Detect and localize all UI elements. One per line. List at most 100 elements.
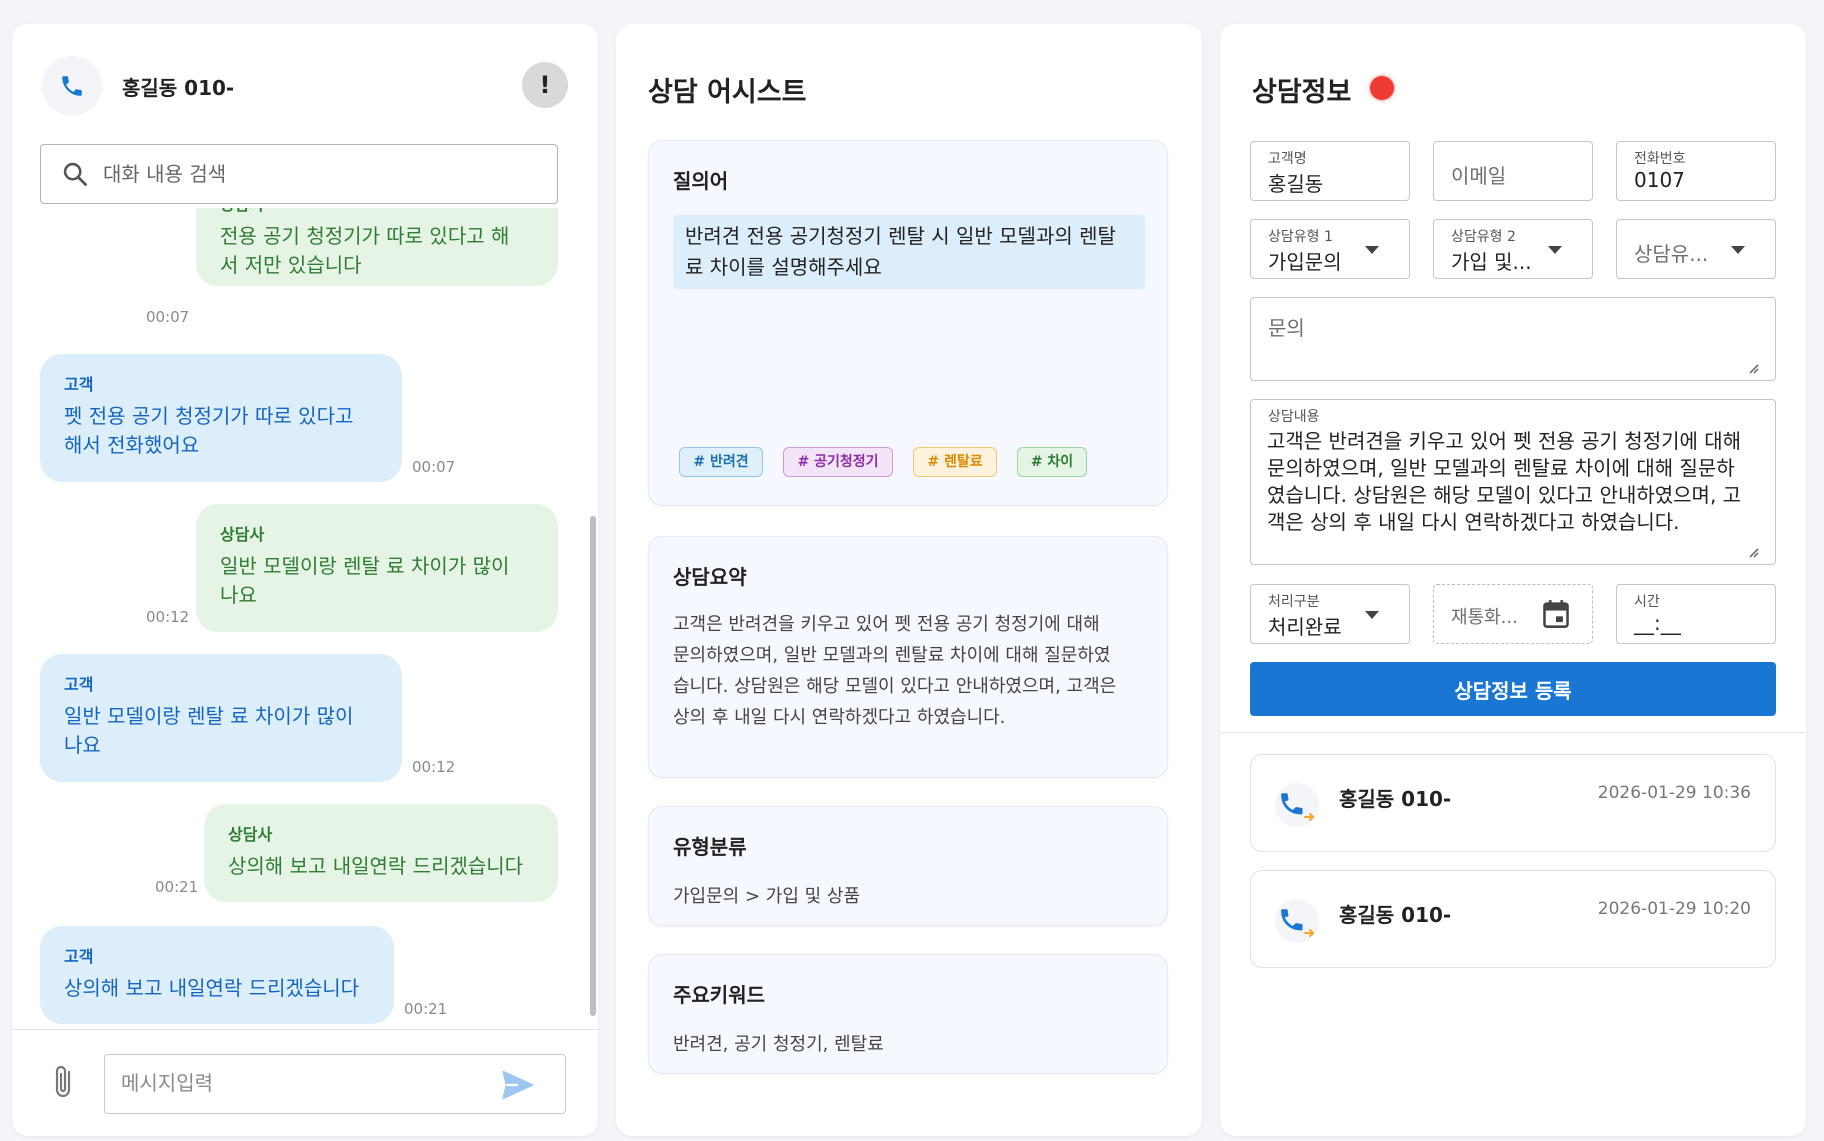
message-input[interactable] (121, 1071, 481, 1095)
dropdown-caret-icon (1365, 246, 1379, 254)
message-time: 00:12 (412, 758, 456, 776)
message-bubble: 상담사 전용 공기 청정기가 따로 있다고 해 서 저만 있습니다 (196, 208, 558, 286)
dropdown-caret-icon (1731, 246, 1745, 254)
message-sender: 고객 (64, 947, 94, 966)
resize-grip-icon[interactable] (1747, 362, 1759, 374)
message-sender: 고객 (64, 675, 94, 694)
info-panel: 상담정보 고객명 홍길동 이메일 전화번호 0107 상담유형 1 가입문의 상… (1220, 24, 1806, 1136)
divider (1220, 732, 1806, 733)
summary-line: 고객은 반려견을 키우고 있어 펫 전용 공기 청정기에 대해 (673, 614, 1100, 635)
history-datetime: 2026-01-29 10:36 (1597, 783, 1751, 803)
chat-panel: 홍길동 010- ! 상담사 전용 공기 청정기가 따로 있다고 해 서 저만 … (12, 24, 598, 1136)
keyword-card: 주요키워드 반려견, 공기 청정기, 렌탈료 (648, 954, 1168, 1074)
paperclip-icon[interactable] (52, 1064, 78, 1104)
consult-type1-select[interactable]: 상담유형 1 가입문의 (1250, 219, 1410, 279)
type-card-title: 유형분류 (673, 835, 747, 859)
assist-title: 상담 어시스트 (648, 77, 807, 108)
message-text: 펫 전용 공기 청정기가 따로 있다고 (64, 404, 354, 428)
summary-line: 문의하였으며, 일반 모델과의 렌탈료 차이에 대해 질문하였 (673, 645, 1111, 666)
query-card-title: 질의어 (673, 169, 729, 193)
query-text[interactable]: 반려견 전용 공기청정기 렌탈 시 일반 모델과의 렌탈 료 차이를 설명해주세… (673, 215, 1145, 289)
calendar-icon[interactable] (1542, 599, 1570, 629)
field-placeholder: 문의 (1268, 316, 1305, 340)
message-text: 일반 모델이랑 렌탈 료 차이가 많이 (220, 554, 510, 578)
tag-chip[interactable]: # 공기청정기 (783, 447, 893, 477)
message-text: 상의해 보고 내일연락 드리겠습니다 (64, 976, 360, 1000)
field-value: 가입 및... (1451, 250, 1532, 274)
field-placeholder: 이메일 (1451, 164, 1507, 188)
field-placeholder: 상담유... (1634, 242, 1709, 266)
field-value: 0107 (1634, 168, 1685, 192)
keyword-text: 반려견, 공기 청정기, 렌탈료 (673, 1034, 884, 1055)
message-text: 전용 공기 청정기가 따로 있다고 해 (220, 224, 510, 248)
summary-line: 습니다. 상담원은 해당 모델이 있다고 안내하였으며, 고객은 (673, 676, 1117, 697)
field-value: 홍길동 (1268, 172, 1324, 196)
message-time: 00:21 (155, 878, 199, 896)
content-textarea[interactable]: 고객은 반려견을 키우고 있어 펫 전용 공기 청정기에 대해 문의하였으며, … (1267, 428, 1751, 560)
message-sender: 고객 (64, 375, 94, 394)
message-text: 일반 모델이랑 렌탈 료 차이가 많이 (64, 704, 354, 728)
message-bubble: 고객 펫 전용 공기 청정기가 따로 있다고 해서 전화했어요 (40, 354, 402, 482)
keyword-card-title: 주요키워드 (673, 983, 765, 1007)
recall-date-field[interactable]: 재통화... (1433, 584, 1593, 644)
field-value: __:__ (1634, 611, 1681, 635)
search-icon (63, 162, 87, 186)
customer-name-field[interactable]: 고객명 홍길동 (1250, 141, 1410, 201)
consult-type2-select[interactable]: 상담유형 2 가입 및... (1433, 219, 1593, 279)
inquiry-field[interactable]: 문의 (1250, 297, 1776, 381)
field-placeholder: 재통화... (1451, 607, 1518, 628)
call-history-item[interactable]: 홍길동 010- 2026-01-29 10:36 (1250, 754, 1776, 852)
dropdown-caret-icon (1548, 246, 1562, 254)
message-text: 해서 전화했어요 (64, 433, 200, 457)
message-input-box[interactable] (104, 1054, 566, 1114)
consult-type3-select[interactable]: 상담유... (1616, 219, 1776, 279)
message-bubble: 상담사 일반 모델이랑 렌탈 료 차이가 많이 나요 (196, 504, 558, 632)
status-select[interactable]: 처리구분 처리완료 (1250, 584, 1410, 644)
incoming-call-icon (1275, 899, 1319, 943)
message-time: 00:21 (404, 1000, 448, 1018)
message-sender: 상담사 (228, 825, 273, 844)
history-datetime: 2026-01-29 10:20 (1597, 899, 1751, 919)
submit-consult-button[interactable]: 상담정보 등록 (1250, 662, 1776, 716)
content-field[interactable]: 상담내용 고객은 반려견을 키우고 있어 펫 전용 공기 청정기에 대해 문의하… (1250, 399, 1776, 565)
chat-search-box[interactable] (40, 144, 558, 204)
message-text: 상의해 보고 내일연락 드리겠습니다 (228, 854, 524, 878)
time-field[interactable]: 시간 __:__ (1616, 584, 1776, 644)
message-list[interactable]: 상담사 전용 공기 청정기가 따로 있다고 해 서 저만 있습니다 00:07 … (12, 208, 598, 1028)
message-sender: 상담사 (220, 525, 265, 544)
chat-footer (12, 1029, 598, 1136)
field-label: 상담유형 2 (1451, 229, 1516, 245)
query-line: 반려견 전용 공기청정기 렌탈 시 일반 모델과의 렌탈 (685, 224, 1116, 248)
resize-grip-icon[interactable] (1747, 546, 1759, 558)
alert-icon[interactable]: ! (522, 62, 568, 108)
history-name: 홍길동 010- (1339, 787, 1452, 811)
chat-header: 홍길동 010- ! (42, 56, 568, 116)
message-time: 00:12 (146, 608, 190, 626)
field-label: 고객명 (1268, 151, 1307, 167)
type-text: 가입문의 > 가입 및 상품 (673, 886, 861, 907)
message-time: 00:07 (146, 308, 190, 326)
field-label: 처리구분 (1268, 594, 1320, 610)
recording-indicator (1370, 76, 1394, 100)
history-name: 홍길동 010- (1339, 903, 1452, 927)
email-field[interactable]: 이메일 (1433, 141, 1593, 201)
phone-field[interactable]: 전화번호 0107 (1616, 141, 1776, 201)
chat-search-input[interactable] (103, 162, 523, 186)
field-value: 가입문의 (1268, 250, 1342, 274)
tag-chip[interactable]: # 렌탈료 (913, 447, 997, 477)
message-text: 서 저만 있습니다 (220, 253, 362, 277)
field-label: 전화번호 (1634, 151, 1686, 167)
message-bubble: 고객 상의해 보고 내일연락 드리겠습니다 (40, 926, 394, 1024)
type-card: 유형분류 가입문의 > 가입 및 상품 (648, 806, 1168, 926)
tag-chip[interactable]: # 차이 (1017, 447, 1087, 477)
tag-chip[interactable]: # 반려견 (679, 447, 763, 477)
message-sender: 상담사 (220, 208, 534, 216)
message-text: 나요 (64, 733, 101, 757)
chat-scrollbar[interactable] (590, 516, 596, 1016)
send-icon[interactable] (501, 1070, 535, 1104)
summary-text: 고객은 반려견을 키우고 있어 펫 전용 공기 청정기에 대해 문의하였으며, … (673, 609, 1153, 733)
phone-icon[interactable] (42, 56, 102, 116)
message-bubble: 상담사 상의해 보고 내일연락 드리겠습니다 (204, 804, 558, 902)
call-history-item[interactable]: 홍길동 010- 2026-01-29 10:20 (1250, 870, 1776, 968)
query-card: 질의어 반려견 전용 공기청정기 렌탈 시 일반 모델과의 렌탈 료 차이를 설… (648, 140, 1168, 506)
